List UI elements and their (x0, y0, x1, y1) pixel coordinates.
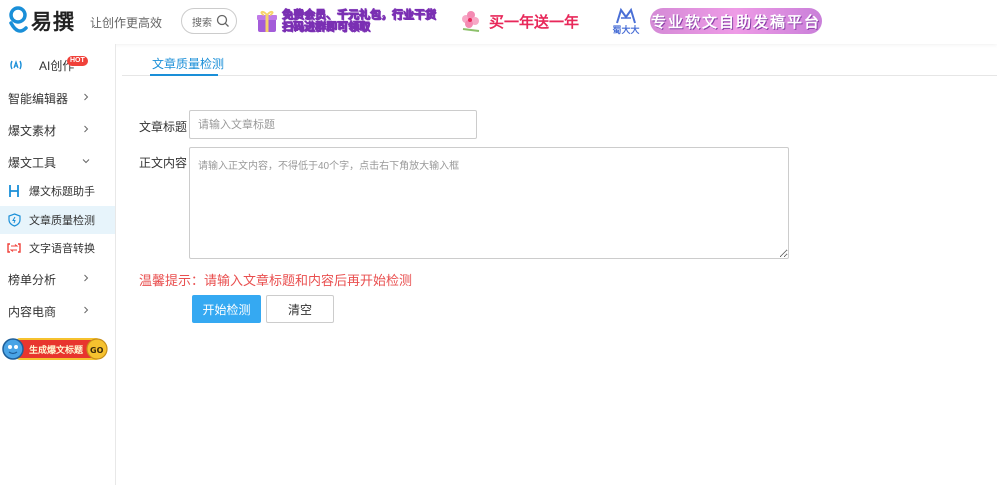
shield-icon (7, 213, 21, 227)
promo-banner-vip[interactable]: 免费会员、千元礼包，行业干货 扫码进群即可领取 (256, 6, 436, 36)
content-label: 正文内容 (139, 156, 188, 170)
sidebar-item-label: 爆文素材 (8, 123, 57, 138)
tab-quality-check[interactable]: 文章质量检测 (152, 55, 224, 72)
tab-active-underline (150, 74, 218, 76)
warning-tip: 温馨提示：请输入文章标题和内容后再开始检测 (139, 273, 413, 288)
tab-bar: 文章质量检测 (122, 44, 997, 76)
sidebar-item-ecommerce[interactable]: 内容电商 (0, 295, 115, 327)
sidebar-subitem-quality-check[interactable]: 文章质量检测 (0, 206, 115, 234)
sidebar-subitem-label: 文章质量检测 (29, 215, 95, 227)
content-textarea[interactable] (189, 147, 789, 259)
app-window: 易撰 让创作更高效 搜索 免费会员、千元礼包，行业干货 扫码进群即可领取 买一年… (0, 0, 997, 485)
promo1-line1: 免费会员、千元礼包，行业干货 (282, 9, 437, 22)
sidebar-item-label: 内容电商 (8, 304, 57, 319)
flower-icon (462, 11, 480, 32)
chevron-right-icon (84, 306, 89, 314)
clear-button[interactable]: 清空 (266, 295, 334, 323)
promo3-brand: 蜀大大 (612, 25, 640, 35)
search-placeholder: 搜索 (192, 17, 212, 29)
promo-text: 生成爆文标题 (29, 344, 84, 356)
ai-icon (10, 60, 22, 70)
chevron-right-icon (84, 125, 89, 133)
logo-icon (8, 6, 28, 36)
chevron-down-icon (82, 159, 90, 164)
top-header: 易撰 让创作更高效 搜索 免费会员、千元礼包，行业干货 扫码进群即可领取 买一年… (0, 0, 997, 44)
title-input[interactable] (189, 110, 477, 139)
title-label: 文章标题 (139, 120, 188, 134)
sidebar-item-label: 爆文工具 (8, 155, 57, 170)
sidebar-subitem-text-to-speech[interactable]: 文字语音转换 (0, 234, 115, 262)
hot-badge: HOT (67, 56, 88, 66)
sidebar-item-ai[interactable]: AI创作 HOT (0, 49, 115, 81)
sidebar-item-materials[interactable]: 爆文素材 (0, 114, 115, 146)
promo2-text: 买一年送一年 (489, 13, 580, 31)
logo-text: 易撰 (31, 10, 75, 34)
brand-icon (616, 7, 636, 24)
search-box[interactable]: 搜索 (181, 8, 237, 34)
gift-icon (257, 10, 277, 32)
sidebar-item-tools[interactable]: 爆文工具 (0, 146, 115, 178)
chevron-right-icon (84, 93, 89, 101)
promo1-line2: 扫码进群即可领取 (282, 21, 371, 34)
convert-icon (7, 241, 21, 255)
logo[interactable]: 易撰 (8, 6, 75, 36)
heading-icon (7, 184, 21, 198)
sidebar-item-editor[interactable]: 智能编辑器 (0, 82, 115, 114)
sidebar: AI创作 HOT 智能编辑器 爆文素材 爆文工具 爆文标题助手 文章质量检测 文… (0, 44, 116, 485)
sidebar-subitem-title-helper[interactable]: 爆文标题助手 (0, 177, 115, 205)
sidebar-subitem-label: 文字语音转换 (29, 243, 95, 255)
sidebar-item-label: 榜单分析 (8, 272, 57, 287)
slogan: 让创作更高效 (90, 16, 163, 30)
search-icon[interactable] (216, 14, 230, 28)
sidebar-item-rankings[interactable]: 榜单分析 (0, 263, 115, 295)
start-check-button[interactable]: 开始检测 (192, 295, 261, 323)
chevron-right-icon (84, 274, 89, 282)
generate-title-promo[interactable]: 生成爆文标题 GO (2, 332, 108, 366)
promo-banner-year[interactable]: 买一年送一年 (457, 6, 587, 36)
promo3-pill: 专业软文自助发稿平台 (650, 8, 822, 34)
promo-go: GO (90, 346, 104, 355)
promo3-text: 专业软文自助发稿平台 (650, 13, 821, 31)
promo-banner-platform[interactable]: 蜀大大 专业软文自助发稿平台 (608, 6, 833, 36)
sidebar-subitem-label: 爆文标题助手 (29, 186, 95, 198)
sidebar-item-label: 智能编辑器 (8, 91, 69, 106)
